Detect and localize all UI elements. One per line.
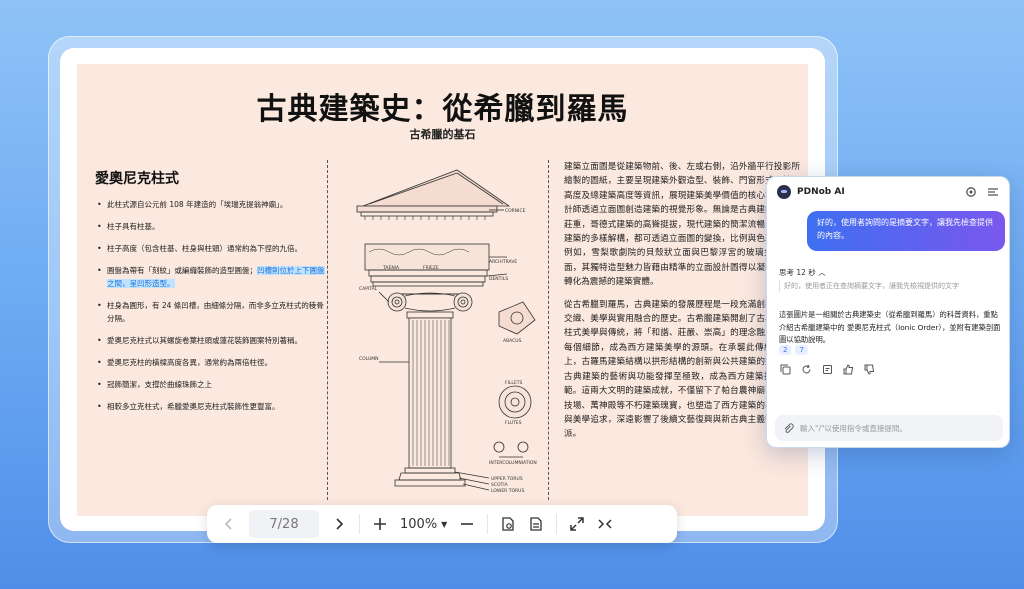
paperclip-icon [784, 422, 794, 433]
toolbar-separator [487, 514, 489, 534]
label-column: COLUMN [359, 356, 379, 362]
copy-button[interactable] [779, 363, 791, 375]
page-references: 2 7 [779, 345, 808, 355]
chevron-left-icon [224, 518, 232, 530]
document-title: 古典建築史：從希臘到羅馬 [256, 92, 629, 127]
ai-prompt-input[interactable] [800, 423, 995, 433]
sidebar-toggle-icon [988, 188, 998, 196]
list-item: 柱子具有柱基。 [95, 220, 325, 233]
label-architrave: ARCHITRAVE [489, 259, 517, 265]
sidebar-toggle-button[interactable] [985, 184, 1001, 200]
fit-screen-button[interactable] [563, 510, 591, 538]
list-item: 柱子高度（包含柱基、柱身與柱頭）通常約為下徑的九倍。 [95, 242, 325, 255]
zoom-dropdown[interactable]: 100% ▼ [394, 517, 453, 532]
ai-assistant-panel: PDNob AI 好的，使用者詢問的是摘要文字，讓我先檢查提供的內容。 思考 1… [766, 176, 1010, 448]
ai-panel-title: PDNob AI [797, 187, 845, 197]
label-flutes: FLUTES [505, 420, 522, 426]
label-upper-torus: UPPER TORUS [491, 476, 523, 482]
thumbs-up-icon [843, 363, 853, 374]
collapse-icon [598, 519, 612, 529]
zoom-out-button[interactable] [453, 510, 481, 538]
zoom-value: 100% [400, 516, 438, 532]
zoom-in-button[interactable] [366, 510, 394, 538]
page-view-button[interactable] [494, 510, 522, 538]
note-button[interactable] [821, 363, 833, 375]
answer-actions [779, 363, 875, 375]
settings-button[interactable] [963, 184, 979, 200]
label-intercolumniation: INTERCOLUMNIATION [489, 460, 537, 466]
column-divider-left [327, 160, 328, 500]
ai-logo-icon [777, 185, 791, 199]
document-page[interactable]: 古典建築史：從希臘到羅馬 古希臘的基石 愛奧尼克柱式 此柱式源自公元前 108 … [77, 64, 808, 516]
paragraph: 從古希臘到羅馬，古典建築的發展歷程是一段充滿創新與創新交織、美學與實用融合的歷史… [564, 299, 800, 440]
list-item: 愛奧尼克柱式以其螺旋卷葉柱頭或蓮花裝飾圓案特別著稱。 [95, 334, 325, 347]
page-ref-chip[interactable]: 2 [779, 345, 792, 355]
document-icon [530, 517, 542, 531]
label-fillets: FILLETS [505, 380, 523, 386]
page-indicator[interactable]: 7/28 [249, 510, 319, 538]
right-column: 建築立面圖是從建築物前、後、左或右側，沿外牆平行投影所繪製的圖紙，主要呈現建築外… [564, 160, 800, 450]
list-item: 柱身為圓形，有 24 條凹槽，由細條分隔，而非多立克柱式的稜骨分隔。 [95, 299, 325, 325]
label-cornice: CORNICE [505, 208, 526, 214]
label-capital: CAPITAL [359, 286, 378, 292]
ai-answer: 這張圖片是一組關於古典建築史（從希臘到羅馬）的科普資料，重點介紹古希臘建築中的 … [779, 310, 1001, 344]
viewer-toolbar: 7/28 100% ▼ [207, 505, 677, 543]
label-scotia: SCOTIA [491, 482, 509, 488]
ai-panel-header: PDNob AI [767, 177, 1011, 207]
caret-down-icon: ▼ [441, 519, 448, 529]
user-message-bubble: 好的，使用者詢問的是摘要文字，讓我先檢查提供的內容。 [807, 211, 1005, 251]
attach-button[interactable] [783, 422, 795, 434]
regenerate-button[interactable] [800, 363, 812, 375]
document-subtitle: 古希臘的基石 [409, 128, 476, 141]
fit-screen-icon [570, 517, 585, 531]
chevron-up-icon: ︿ [818, 268, 826, 277]
gear-icon [966, 187, 976, 197]
like-button[interactable] [842, 363, 854, 375]
label-frieze: FRIEZE [423, 265, 439, 271]
label-lower-torus: LOWER TORUS [491, 488, 524, 494]
list-item: 相較多立克柱式，希臘愛奧尼克柱式裝飾性更豐富。 [95, 400, 325, 413]
prev-page-button[interactable] [215, 510, 243, 538]
list-item: 冠飾簡潔，支撐於曲線珠飾之上 [95, 378, 325, 391]
ionic-column-figure: CORNICE TAENIA FRIEZE ARCHITRAVE DENTILS… [339, 162, 549, 502]
feature-list: 此柱式源自公元前 108 年建造的「埃瑞克提翁神廟」。 柱子具有柱基。 柱子高度… [95, 198, 325, 413]
left-column: 愛奧尼克柱式 此柱式源自公元前 108 年建造的「埃瑞克提翁神廟」。 柱子具有柱… [95, 168, 325, 422]
document-button[interactable] [522, 510, 550, 538]
dislike-button[interactable] [863, 363, 875, 375]
next-page-button[interactable] [325, 510, 353, 538]
toolbar-separator [556, 514, 558, 534]
list-item: 愛奧尼克柱的橫樑高度各異，通常約為兩倍柱徑。 [95, 356, 325, 369]
toolbar-separator [359, 514, 360, 534]
list-item: 此柱式源自公元前 108 年建造的「埃瑞克提翁神廟」。 [95, 198, 325, 211]
chevron-right-icon [336, 518, 344, 530]
thinking-toggle[interactable]: 思考 12 秒 ︿ [779, 267, 826, 278]
ai-prompt-box [775, 415, 1003, 441]
page-ref-chip[interactable]: 7 [795, 345, 808, 355]
collapse-button[interactable] [591, 510, 619, 538]
label-dentils: DENTILS [489, 276, 508, 282]
thumbs-down-icon [864, 364, 874, 375]
minus-icon [461, 523, 474, 525]
section-heading: 愛奧尼克柱式 [95, 171, 179, 187]
label-abacus: ABACUS [503, 338, 522, 344]
page-view-icon [502, 517, 514, 531]
thinking-label: 思考 12 秒 [779, 268, 816, 277]
thinking-detail: 好的，使用者正在查詢摘要文字，讓我先檢視提供的文字 [779, 280, 999, 292]
label-taenia: TAENIA [382, 265, 400, 271]
refresh-icon [802, 364, 810, 373]
copy-icon [780, 364, 790, 374]
plus-icon [374, 518, 386, 530]
paragraph: 建築立面圖是從建築物前、後、左或右側，沿外牆平行投影所繪製的圖紙，主要呈現建築外… [564, 162, 800, 288]
list-item: 圓盤為帶有「刻紋」或編織裝飾的造型圓盤；凹槽則位於上下圓盤之間，呈凹形造型。 [95, 264, 325, 290]
note-icon [822, 364, 832, 374]
